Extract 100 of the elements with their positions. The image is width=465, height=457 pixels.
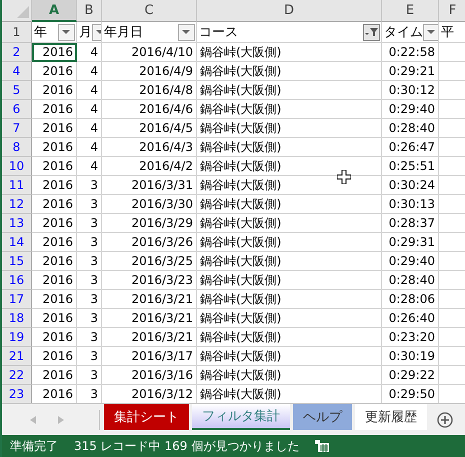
table-cell: 2016	[32, 309, 77, 328]
row-header[interactable]: 23	[2, 385, 32, 403]
table-cell: 2016	[32, 347, 77, 366]
table-cell: 2016/4/8	[102, 81, 197, 100]
table-header: タイム	[384, 24, 423, 41]
column-header[interactable]: E	[382, 0, 439, 22]
table-cell: 0:28:06	[382, 290, 439, 309]
table-cell: 0:30:12	[382, 81, 439, 100]
table-cell: 鍋谷峠(大阪側)	[197, 252, 382, 271]
table-cell: 鍋谷峠(大阪側)	[197, 81, 382, 100]
row-header[interactable]: 5	[2, 81, 32, 100]
column-header[interactable]: B	[77, 0, 102, 22]
table-cell: 2016	[32, 100, 77, 119]
table-cell: 2016/4/3	[102, 138, 197, 157]
table-cell: 0:28:40	[382, 119, 439, 138]
row-header[interactable]: 19	[2, 328, 32, 347]
table-cell: 4	[77, 100, 102, 119]
row-header[interactable]: 11	[2, 176, 32, 195]
sheet-tab[interactable]: フィルタ集計	[192, 404, 290, 430]
sheet-tab[interactable]: 更新履歴	[355, 404, 427, 430]
row-header[interactable]: 4	[2, 62, 32, 81]
column-header[interactable]: F	[439, 0, 465, 22]
row-header[interactable]: 17	[2, 290, 32, 309]
status-text: 準備完了	[10, 438, 58, 454]
table-cell: 0:29:21	[382, 62, 439, 81]
macro-record-icon[interactable]	[315, 440, 330, 452]
table-cell: 4	[77, 138, 102, 157]
table-cell: 3	[77, 176, 102, 195]
table-cell: 3	[77, 309, 102, 328]
table-cell: 4	[77, 62, 102, 81]
row-header[interactable]: 22	[2, 366, 32, 385]
table-cell: 2016/3/16	[102, 366, 197, 385]
table-header: 月	[79, 24, 92, 41]
table-cell: 2016	[32, 214, 77, 233]
table-cell: 2016	[32, 366, 77, 385]
filter-button[interactable]	[423, 24, 438, 40]
table-header: 年月日	[104, 24, 143, 41]
row-header[interactable]: 8	[2, 138, 32, 157]
table-cell: 鍋谷峠(大阪側)	[197, 347, 382, 366]
table-cell: 2016/3/21	[102, 309, 197, 328]
table-cell: 3	[77, 214, 102, 233]
row-header[interactable]: 13	[2, 214, 32, 233]
table-cell: 2016	[32, 157, 77, 176]
table-cell: 2016/3/17	[102, 347, 197, 366]
row-header[interactable]: 15	[2, 252, 32, 271]
sheet-tab[interactable]: ヘルプ	[293, 404, 352, 430]
table-cell: 鍋谷峠(大阪側)	[197, 271, 382, 290]
row-header[interactable]: 14	[2, 233, 32, 252]
row-header[interactable]: 12	[2, 195, 32, 214]
row-header[interactable]: 16	[2, 271, 32, 290]
table-cell: 2016	[32, 62, 77, 81]
table-cell: 0:29:40	[382, 100, 439, 119]
table-cell: 4	[77, 81, 102, 100]
table-cell: 0:29:40	[382, 252, 439, 271]
table-cell: 2016	[32, 195, 77, 214]
table-cell: 3	[77, 366, 102, 385]
column-header[interactable]: A	[32, 0, 77, 22]
row-header[interactable]: 1	[2, 22, 32, 43]
filter-button[interactable]	[178, 24, 195, 40]
row-header[interactable]: 7	[2, 119, 32, 138]
table-cell: 0:30:13	[382, 195, 439, 214]
table-cell: 3	[77, 233, 102, 252]
table-cell: 鍋谷峠(大阪側)	[197, 290, 382, 309]
table-cell: 2016/4/6	[102, 100, 197, 119]
table-cell: 0:30:24	[382, 176, 439, 195]
status-message: 315 レコード中 169 個が見つかりました	[74, 438, 300, 454]
table-cell: 2016/3/26	[102, 233, 197, 252]
row-header[interactable]: 21	[2, 347, 32, 366]
table-cell: 2016/3/21	[102, 290, 197, 309]
sheet-tab[interactable]: 集計シート	[104, 404, 189, 430]
filter-button[interactable]	[58, 24, 75, 40]
table-cell: 2016/3/30	[102, 195, 197, 214]
add-sheet-icon[interactable]	[437, 412, 453, 428]
table-cell: 3	[77, 271, 102, 290]
table-cell: 2016/4/5	[102, 119, 197, 138]
table-cell: 鍋谷峠(大阪側)	[197, 138, 382, 157]
caret-icon	[427, 30, 436, 34]
table-cell: 2016/4/2	[102, 157, 197, 176]
filter-button[interactable]	[363, 24, 380, 40]
table-cell: 0:26:47	[382, 138, 439, 157]
column-header[interactable]: C	[102, 0, 197, 22]
row-header[interactable]: 6	[2, 100, 32, 119]
table-header: 年	[34, 24, 47, 41]
table-cell: 鍋谷峠(大阪側)	[197, 233, 382, 252]
row-header[interactable]: 18	[2, 309, 32, 328]
table-header: コース	[199, 24, 238, 41]
column-header[interactable]: D	[197, 0, 382, 22]
table-cell: 2016/3/21	[102, 328, 197, 347]
table-cell: 0:29:22	[382, 366, 439, 385]
table-cell: 0:25:51	[382, 157, 439, 176]
table-cell: 2016/3/29	[102, 214, 197, 233]
table-cell: 2016	[32, 176, 77, 195]
table-cell: 0:28:40	[382, 271, 439, 290]
table-header: 平	[441, 24, 454, 41]
table-cell: 2016/3/31	[102, 176, 197, 195]
table-cell: 2016	[32, 252, 77, 271]
table-cell: 0:29:31	[382, 233, 439, 252]
row-header[interactable]: 2	[2, 43, 32, 62]
table-cell: 2016	[32, 271, 77, 290]
row-header[interactable]: 10	[2, 157, 32, 176]
